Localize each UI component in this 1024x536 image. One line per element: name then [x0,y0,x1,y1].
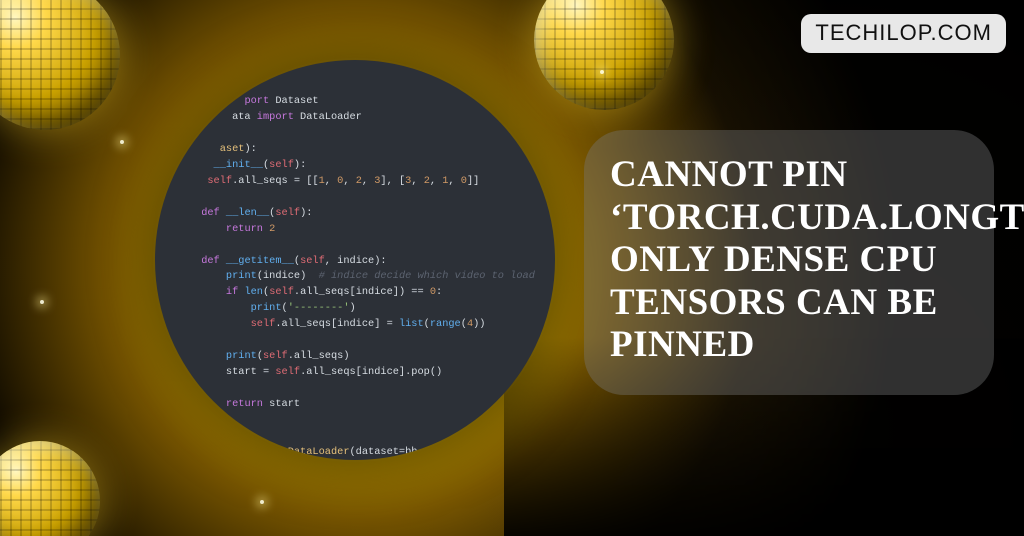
disco-ball-decoration [0,0,120,130]
disco-ball-decoration [0,441,100,536]
sparkle-decoration [600,70,604,74]
site-name: TECHILOP.COM [815,20,992,45]
code-snippet: port Dataset ata import DataLoader aset)… [195,94,529,460]
hero-graphic: port Dataset ata import DataLoader aset)… [0,0,1024,536]
sparkle-decoration [40,300,44,304]
disco-ball-decoration [534,0,674,110]
code-snippet-circle: port Dataset ata import DataLoader aset)… [155,60,555,460]
sparkle-decoration [120,140,124,144]
article-title: CANNOT PIN ‘TORCH.CUDA.LONGTENSOR’ ONLY … [610,154,968,367]
sparkle-decoration [260,500,264,504]
article-title-panel: CANNOT PIN ‘TORCH.CUDA.LONGTENSOR’ ONLY … [584,130,994,395]
site-badge: TECHILOP.COM [801,14,1006,53]
